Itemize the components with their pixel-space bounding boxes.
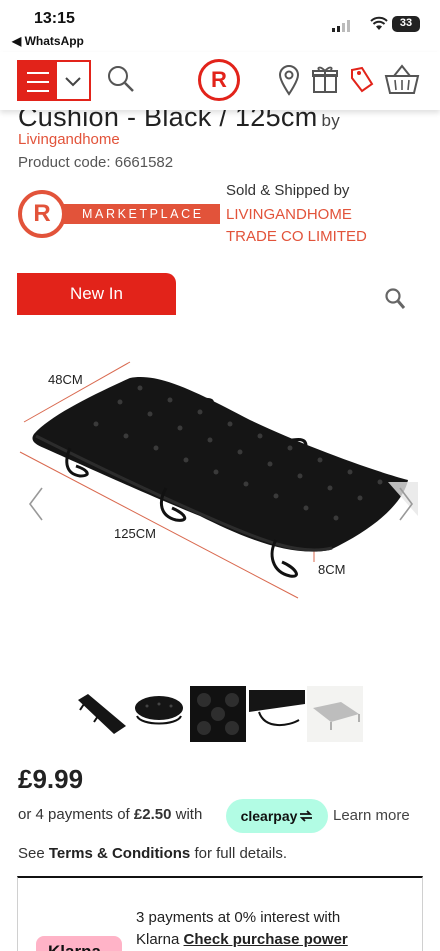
marketplace-logo-letter: R xyxy=(18,190,66,238)
thumbnail-strip xyxy=(0,686,440,744)
klarna-badge: Klarna xyxy=(36,936,122,951)
installments-prefix: or 4 payments of xyxy=(18,806,130,823)
site-header: R xyxy=(0,52,440,110)
dimension-height-label: 8CM xyxy=(318,562,345,577)
klarna-line1: 3 payments at 0% interest with xyxy=(136,909,341,926)
status-bar: 13:15 ◀ WhatsApp 33 xyxy=(0,0,440,52)
thumbnail-image[interactable] xyxy=(74,686,130,742)
seller-link[interactable]: Livingandhome xyxy=(18,131,120,148)
price-tag-icon[interactable] xyxy=(348,64,374,94)
marketplace-label-text: MARKETPLACE xyxy=(82,207,204,221)
clearpay-badge[interactable]: clearpay xyxy=(226,799,328,833)
terms-text: See Terms & Conditions for full details. xyxy=(18,845,287,862)
terms-link[interactable]: Terms & Conditions xyxy=(49,845,190,862)
thumbnail-image[interactable] xyxy=(249,686,305,742)
cellular-signal-icon xyxy=(332,20,350,32)
clearpay-arrows-icon xyxy=(300,810,313,822)
trader-line1: LIVINGANDHOME xyxy=(226,206,352,223)
sold-by-label: Sold & Shipped by xyxy=(226,182,350,199)
wifi-icon xyxy=(370,16,388,30)
learn-more-link[interactable]: Learn more xyxy=(333,807,410,824)
previous-image-arrow-icon[interactable] xyxy=(26,486,46,522)
marketplace-logo: MARKETPLACE R xyxy=(18,190,220,238)
trader-name-link[interactable]: LIVINGANDHOME TRADE CO LIMITED xyxy=(226,204,367,248)
thumbnail-image[interactable] xyxy=(307,686,363,742)
thumbnail-image[interactable] xyxy=(131,686,187,742)
marketplace-label: MARKETPLACE xyxy=(62,204,220,224)
thumbnail-image[interactable] xyxy=(190,686,246,742)
chevron-down-icon xyxy=(57,62,89,99)
next-image-arrow-icon[interactable] xyxy=(396,486,416,522)
basket-icon[interactable] xyxy=(384,64,420,96)
terms-prefix: See xyxy=(18,845,45,862)
installments-suffix: with xyxy=(175,806,203,823)
terms-suffix: for full details. xyxy=(194,845,287,862)
menu-button[interactable] xyxy=(17,60,91,101)
back-to-whatsapp-link[interactable]: ◀ WhatsApp xyxy=(12,34,84,48)
product-main-image[interactable]: 48CM 125CM 8CM xyxy=(0,336,440,636)
battery-indicator: 33 xyxy=(392,16,420,32)
dimension-length-label: 125CM xyxy=(114,526,156,541)
status-time: 13:15 xyxy=(34,10,75,27)
hamburger-icon xyxy=(19,62,57,99)
clearpay-label: clearpay xyxy=(240,808,298,824)
search-icon[interactable] xyxy=(106,64,136,94)
zoom-icon[interactable] xyxy=(384,287,406,311)
installments-text: or 4 payments of £2.50 with xyxy=(18,806,202,823)
klarna-text: 3 payments at 0% interest with Klarna Ch… xyxy=(136,907,396,951)
klarna-check-purchase-power-link[interactable]: Check purchase power xyxy=(184,931,348,948)
installment-amount: £2.50 xyxy=(133,806,172,823)
gift-icon[interactable] xyxy=(312,64,338,94)
klarna-panel: Klarna 3 payments at 0% interest with Kl… xyxy=(17,876,423,951)
trader-line2: TRADE CO LIMITED xyxy=(226,228,367,245)
product-title-by: by xyxy=(321,111,341,130)
site-logo[interactable]: R xyxy=(198,59,240,101)
new-in-badge: New In xyxy=(17,273,176,315)
store-locator-icon[interactable] xyxy=(278,64,300,96)
klarna-line2-prefix: Klarna xyxy=(136,931,180,948)
dimension-width-label: 48CM xyxy=(48,372,83,387)
product-price: £9.99 xyxy=(18,764,84,794)
product-code: Product code: 6661582 xyxy=(18,154,174,171)
